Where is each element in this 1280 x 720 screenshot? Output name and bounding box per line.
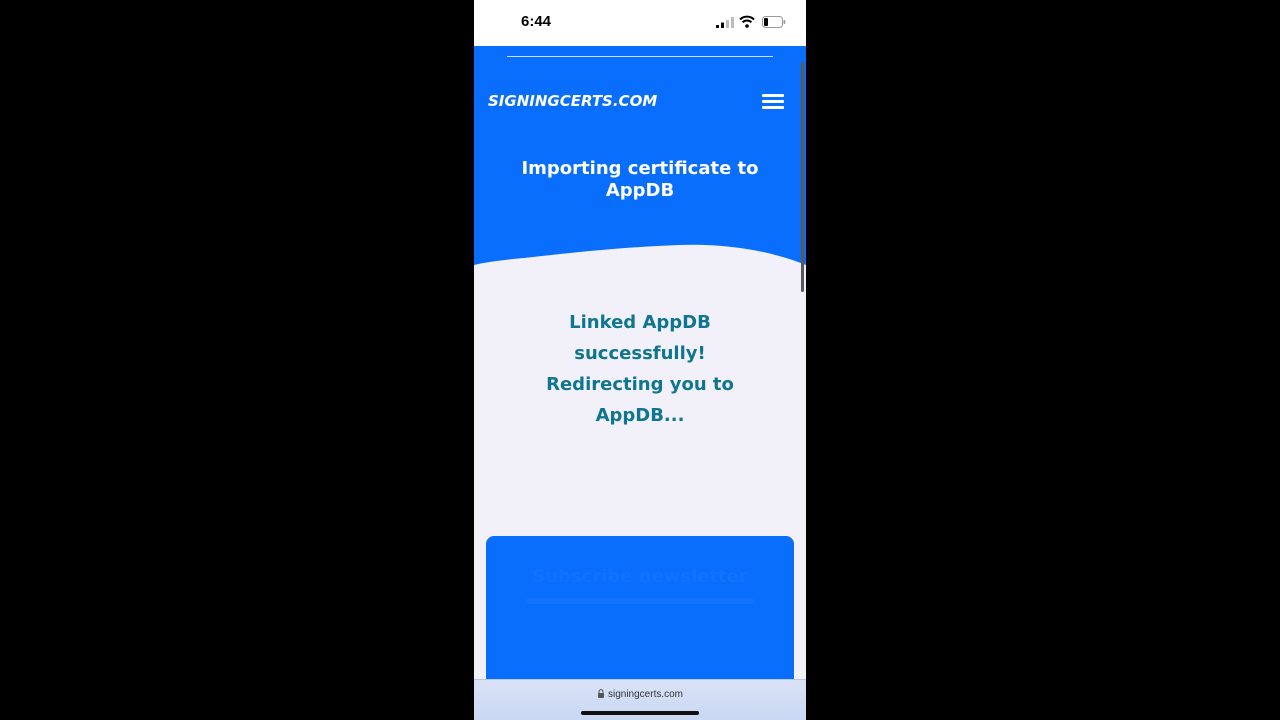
newsletter-subtitle-placeholder — [526, 598, 754, 604]
site-logo[interactable]: SIGNINGCERTS.COM — [488, 92, 657, 110]
url-display[interactable]: signingcerts.com — [474, 689, 806, 700]
status-message: Linked AppDB successfully! Redirecting y… — [546, 312, 734, 426]
wifi-icon — [739, 15, 755, 28]
url-text: signingcerts.com — [607, 689, 684, 700]
hero-header: SIGNINGCERTS.COM Importing certificate t… — [474, 46, 806, 276]
page-title: Importing certificate to AppDB — [521, 158, 759, 201]
home-indicator[interactable] — [581, 711, 699, 715]
lock-icon — [597, 689, 604, 698]
hamburger-menu-icon[interactable] — [760, 92, 786, 112]
battery-icon — [762, 16, 786, 28]
phone-screen: 6:44 SIGNINGCERTS.COM Importing certific… — [474, 0, 806, 720]
newsletter-card: Subscribe newsletter — [486, 536, 794, 696]
status-bar: 6:44 — [474, 0, 806, 46]
browser-url-bar[interactable]: signingcerts.com — [474, 679, 806, 720]
newsletter-title: Subscribe newsletter — [532, 566, 748, 587]
signal-icon — [716, 17, 734, 28]
scrollbar[interactable] — [801, 62, 804, 292]
top-divider — [507, 56, 773, 57]
status-time: 6:44 — [521, 13, 552, 30]
